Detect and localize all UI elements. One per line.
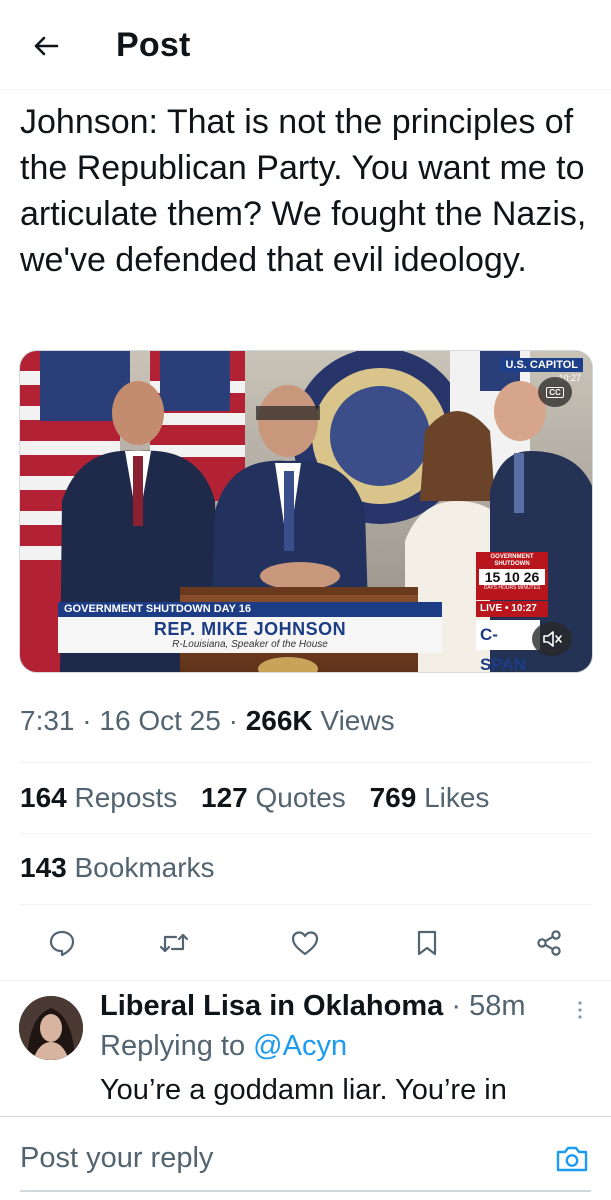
reposts-label: Reposts bbox=[74, 782, 178, 813]
shutdown-clock: GOVERNMENT SHUTDOWN 15 10 26 DAYS HOURS … bbox=[476, 552, 548, 600]
network-bug: U.S. CAPITOL bbox=[500, 358, 583, 372]
reply-text: You’re a goddamn liar. You’re in bbox=[100, 1074, 507, 1106]
repost-button[interactable] bbox=[149, 918, 199, 968]
post-date: 16 Oct 25 bbox=[99, 705, 221, 736]
reposts-count: 164 bbox=[20, 782, 67, 813]
views-label: Views bbox=[320, 705, 395, 736]
camera-button[interactable] bbox=[553, 1140, 591, 1178]
replying-mention[interactable]: @Acyn bbox=[253, 1030, 347, 1062]
network-logo: C-SPAN bbox=[476, 620, 540, 674]
reply-input[interactable]: Post your reply bbox=[20, 1142, 213, 1175]
post-stats: 164 Reposts 127 Quotes 769 Likes bbox=[20, 782, 505, 814]
bookmarks-count: 143 bbox=[20, 852, 67, 883]
quotes-count: 127 bbox=[201, 782, 248, 813]
reply-avatar[interactable] bbox=[19, 996, 83, 1060]
speaker-muted-icon bbox=[543, 631, 562, 647]
reposts-stat[interactable]: 164 Reposts bbox=[20, 782, 177, 813]
likes-count: 769 bbox=[369, 782, 417, 813]
mute-button[interactable] bbox=[532, 622, 572, 656]
divider bbox=[0, 980, 611, 981]
bookmark-button[interactable] bbox=[402, 918, 452, 968]
shutdown-clock-values: 15 10 26 bbox=[479, 569, 545, 585]
share-icon bbox=[537, 930, 561, 956]
likes-stat[interactable]: 769 Likes bbox=[370, 782, 490, 813]
page-title: Post bbox=[116, 26, 191, 64]
live-indicator: LIVE • 10:27 bbox=[476, 601, 548, 617]
shutdown-clock-label: GOVERNMENT SHUTDOWN bbox=[490, 554, 534, 567]
quotes-label: Quotes bbox=[255, 782, 346, 813]
views-count: 266K bbox=[245, 705, 313, 736]
bookmark-icon bbox=[417, 930, 437, 956]
post-time: 7:31 bbox=[20, 705, 75, 736]
shutdown-clock-units: DAYS HOURS MINUTES bbox=[483, 585, 541, 591]
reply-more-button[interactable] bbox=[568, 998, 592, 1022]
captions-icon: CC bbox=[546, 386, 564, 398]
back-button[interactable] bbox=[24, 26, 68, 66]
reply-author-name[interactable]: Liberal Lisa in Oklahoma bbox=[100, 990, 443, 1022]
divider bbox=[20, 762, 591, 763]
camera-icon bbox=[556, 1146, 588, 1172]
action-bar bbox=[0, 918, 611, 968]
bookmarks-label: Bookmarks bbox=[74, 852, 215, 883]
top-bar: Post bbox=[0, 0, 611, 90]
replying-prefix: Replying to bbox=[100, 1030, 246, 1062]
share-button[interactable] bbox=[524, 918, 574, 968]
post-text: Johnson: That is not the principles of t… bbox=[20, 103, 587, 279]
repost-icon bbox=[159, 933, 189, 953]
reply-header: Liberal Lisa in Oklahoma · 58m bbox=[100, 990, 525, 1023]
replying-to: Replying to @Acyn bbox=[100, 1030, 347, 1063]
chyron-name: REP. MIKE JOHNSON bbox=[153, 619, 347, 639]
chyron: REP. MIKE JOHNSON R-Louisiana, Speaker o… bbox=[58, 617, 442, 653]
likes-label: Likes bbox=[424, 782, 490, 813]
reply-timestamp: · 58m bbox=[443, 990, 526, 1022]
bookmarks-stat: 143 Bookmarks bbox=[20, 852, 215, 884]
chyron-subtitle: R-Louisiana, Speaker of the House bbox=[172, 639, 328, 650]
composer-underline bbox=[20, 1190, 591, 1192]
more-vertical-icon bbox=[578, 1001, 582, 1019]
arrow-left-icon bbox=[34, 36, 59, 56]
captions-button[interactable]: CC bbox=[538, 377, 572, 407]
reply-button[interactable] bbox=[37, 918, 87, 968]
like-button[interactable] bbox=[280, 918, 330, 968]
avatar-image bbox=[19, 996, 83, 1060]
post-meta: 7:31 · 16 Oct 25 · 266K Views bbox=[20, 705, 395, 736]
quotes-stat[interactable]: 127 Quotes bbox=[201, 782, 346, 813]
chyron-tag: GOVERNMENT SHUTDOWN DAY 16 bbox=[58, 602, 442, 617]
divider bbox=[20, 904, 591, 905]
divider bbox=[20, 833, 591, 834]
reply-icon bbox=[49, 930, 75, 957]
reply-time-value: 58m bbox=[469, 990, 526, 1022]
like-icon bbox=[291, 931, 319, 956]
